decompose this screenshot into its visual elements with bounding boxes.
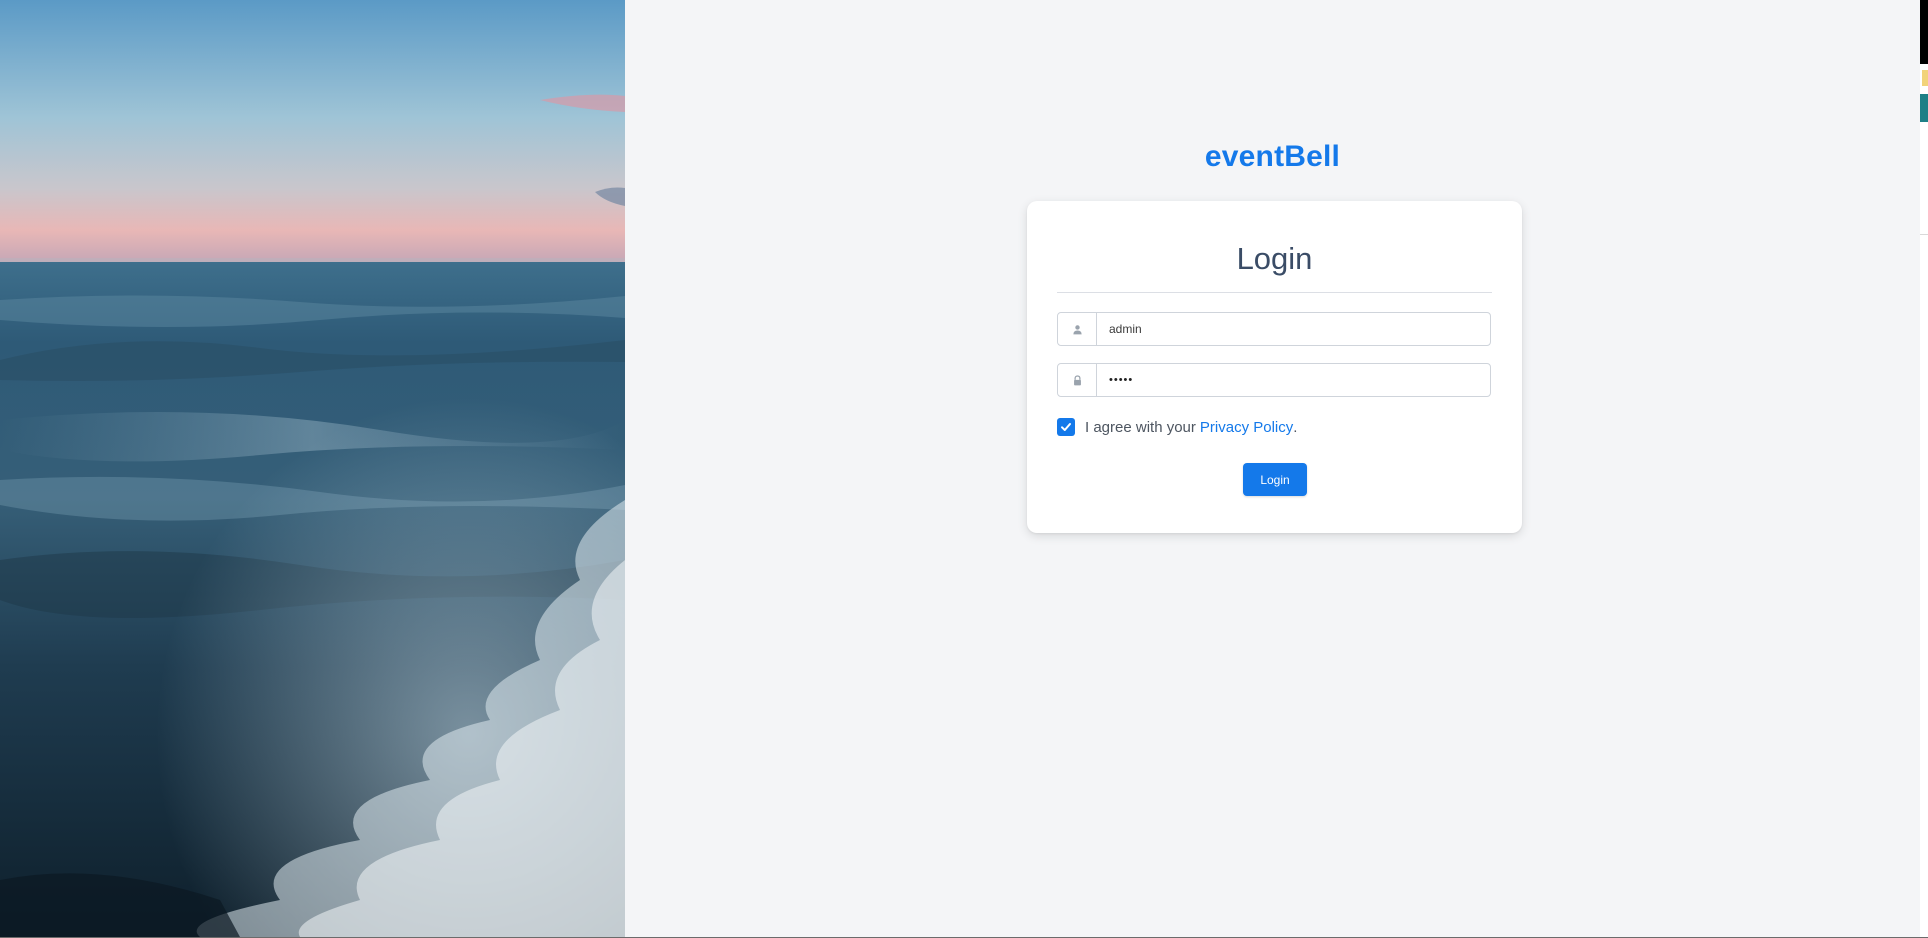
login-page: eventBell Login admin ••••• I agree with…	[0, 0, 1928, 938]
user-icon	[1058, 313, 1097, 345]
ocean-background-image	[0, 0, 625, 937]
right-edge-teal-mark	[1920, 94, 1928, 122]
ocean-photo	[0, 0, 625, 937]
right-edge-yellow-mark	[1922, 70, 1928, 86]
right-edge-divider	[1920, 234, 1928, 235]
password-field-group: •••••	[1057, 363, 1491, 397]
agree-trailing-period: .	[1293, 418, 1298, 436]
password-input[interactable]: •••••	[1097, 364, 1490, 396]
privacy-policy-link[interactable]: Privacy Policy	[1200, 419, 1293, 436]
login-title: Login	[1236, 241, 1313, 276]
agree-text: I agree with your	[1085, 418, 1196, 436]
lock-icon	[1058, 364, 1097, 396]
login-card: Login admin ••••• I agree with your Priv…	[1027, 201, 1522, 533]
brand-logo-text: eventBell	[1204, 140, 1341, 173]
right-edge-strip	[1920, 0, 1928, 937]
checkmark-icon	[1061, 423, 1071, 431]
username-field-group: admin	[1057, 312, 1491, 346]
username-input[interactable]: admin	[1097, 313, 1490, 345]
title-divider	[1057, 292, 1492, 293]
privacy-agreement-row: I agree with your Privacy Policy .	[1057, 417, 1297, 437]
agree-checkbox[interactable]	[1057, 418, 1075, 436]
login-button[interactable]: Login	[1243, 463, 1307, 496]
right-edge-dark-block	[1920, 0, 1928, 64]
login-container: eventBell Login admin ••••• I agree with…	[625, 0, 1920, 937]
